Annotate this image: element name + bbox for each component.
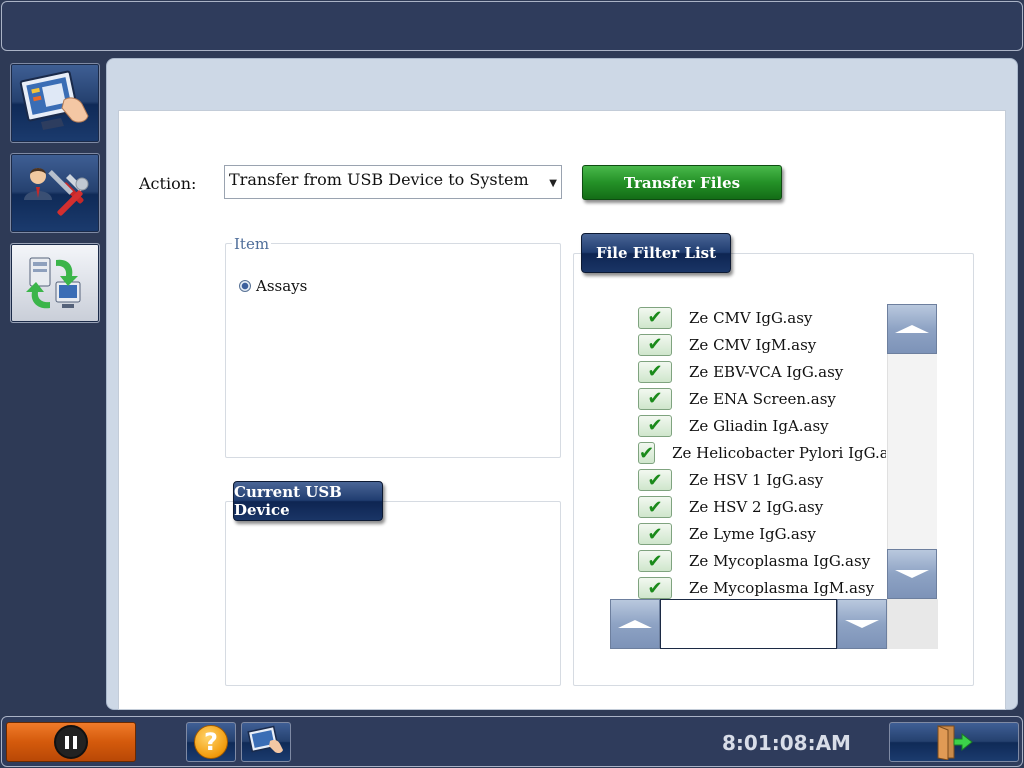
file-list-item[interactable]: ✔ Ze Lyme IgG.asy — [636, 521, 886, 548]
assays-radio-label: Assays — [256, 277, 308, 295]
checkbox-checked-icon[interactable]: ✔ — [638, 333, 672, 356]
file-list-item[interactable]: ✔ Ze ENA Screen.asy — [636, 385, 886, 412]
file-name-label: Ze EBV-VCA IgG.asy — [689, 362, 844, 381]
system-clock: 8:01:08:AM — [722, 731, 851, 755]
file-name-label: Ze Helicobacter Pylori IgG.asy — [672, 444, 886, 463]
action-select[interactable]: Transfer from USB Device to System ▼ — [224, 165, 562, 199]
file-filter-list: ✔ Ze CMV IgG.asy ✔ Ze CMV IgM.asy ✔ Ze EBV-VC… — [636, 304, 886, 601]
touchscreen-monitor-icon — [19, 70, 89, 130]
filter-value-field[interactable] — [660, 599, 837, 649]
scroll-down-button[interactable] — [887, 549, 937, 599]
pause-button[interactable] — [6, 722, 136, 762]
arrow-down-icon — [895, 570, 929, 578]
file-name-label: Ze ENA Screen.asy — [689, 389, 836, 408]
arrow-up-icon — [895, 325, 929, 333]
sidebar-item-file-transfer[interactable] — [10, 243, 100, 323]
touchscreen-monitor-icon — [247, 725, 283, 754]
file-list-item[interactable]: ✔ Ze CMV IgG.asy — [636, 304, 886, 331]
checkbox-checked-icon[interactable]: ✔ — [638, 306, 672, 329]
action-label: Action: — [139, 174, 197, 193]
checkbox-checked-icon[interactable]: ✔ — [638, 469, 672, 492]
checkbox-checked-icon[interactable]: ✔ — [638, 414, 672, 437]
checkbox-checked-icon[interactable]: ✔ — [638, 523, 672, 546]
file-name-label: Ze CMV IgG.asy — [689, 308, 813, 327]
file-name-label: Ze CMV IgM.asy — [689, 335, 817, 354]
file-list-item[interactable]: ✔ Ze EBV-VCA IgG.asy — [636, 358, 886, 385]
file-list-item[interactable]: ✔ Ze CMV IgM.asy — [636, 331, 886, 358]
scroll-up-button[interactable] — [887, 304, 937, 354]
file-name-label: Ze HSV 2 IgG.asy — [689, 498, 824, 517]
assays-radio-option[interactable]: Assays — [239, 277, 307, 295]
pause-icon — [54, 725, 88, 759]
item-group-legend: Item — [232, 235, 272, 253]
exit-door-icon — [937, 725, 973, 760]
file-list-item[interactable]: ✔ Ze Mycoplasma IgM.asy — [636, 575, 886, 601]
checkbox-checked-icon[interactable]: ✔ — [638, 550, 672, 573]
item-groupbox — [225, 243, 561, 458]
file-list-item[interactable]: ✔ Ze Gliadin IgA.asy — [636, 412, 886, 439]
file-name-label: Ze Lyme IgG.asy — [689, 525, 816, 544]
current-usb-device-button[interactable]: Current USB Device — [233, 481, 383, 521]
exit-button[interactable] — [889, 722, 1019, 762]
help-button[interactable]: ? — [186, 722, 236, 762]
radio-selected-icon[interactable] — [239, 280, 251, 292]
checkbox-checked-icon[interactable]: ✔ — [638, 360, 672, 383]
checkbox-checked-icon[interactable]: ✔ — [638, 442, 656, 465]
arrow-down-icon — [845, 620, 879, 628]
usb-device-groupbox — [225, 501, 561, 686]
help-icon: ? — [194, 725, 228, 759]
file-name-label: Ze Mycoplasma IgG.asy — [689, 552, 871, 571]
hscroll-down-button[interactable] — [837, 599, 887, 649]
arrow-up-icon — [618, 620, 652, 628]
file-name-label: Ze Gliadin IgA.asy — [689, 416, 829, 435]
checkbox-checked-icon[interactable]: ✔ — [638, 387, 672, 410]
dropdown-arrow-icon[interactable]: ▼ — [549, 178, 557, 189]
checkbox-checked-icon[interactable]: ✔ — [638, 577, 672, 600]
file-filter-list-button[interactable]: File Filter List — [581, 233, 731, 273]
file-list-item[interactable]: ✔ Ze Mycoplasma IgG.asy — [636, 548, 886, 575]
user-tools-icon — [24, 168, 89, 216]
bottom-status-bar — [1, 716, 1023, 767]
file-list-item[interactable]: ✔ Ze Helicobacter Pylori IgG.asy — [636, 439, 886, 466]
transfer-files-button[interactable]: Transfer Files — [582, 165, 782, 200]
main-screen-shortcut-button[interactable] — [241, 722, 291, 762]
action-select-value: Transfer from USB Device to System — [229, 170, 529, 189]
checkbox-checked-icon[interactable]: ✔ — [638, 496, 672, 519]
hscroll-up-button[interactable] — [610, 599, 660, 649]
file-list-item[interactable]: ✔ Ze HSV 1 IgG.asy — [636, 467, 886, 494]
file-name-label: Ze Mycoplasma IgM.asy — [689, 579, 875, 598]
top-title-bar — [1, 1, 1023, 51]
sidebar-item-main-screen[interactable] — [10, 63, 100, 143]
scroll-corner — [888, 599, 938, 649]
file-list-item[interactable]: ✔ Ze HSV 2 IgG.asy — [636, 494, 886, 521]
sidebar-item-user-settings[interactable] — [10, 153, 100, 233]
file-name-label: Ze HSV 1 IgG.asy — [689, 471, 824, 490]
file-transfer-icon — [26, 257, 81, 309]
